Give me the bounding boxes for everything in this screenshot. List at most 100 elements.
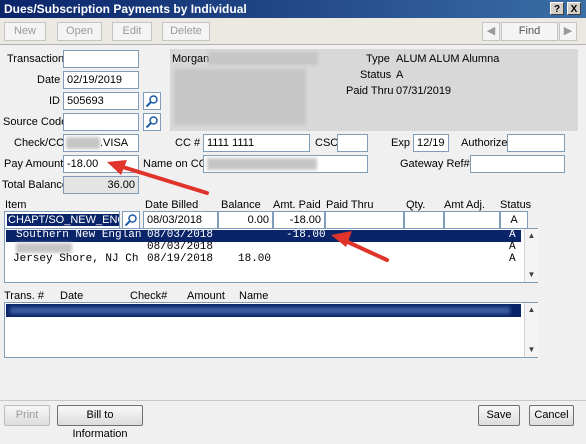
balance-field[interactable]: 0.00 bbox=[218, 211, 273, 229]
source-code-label: Source Code bbox=[3, 116, 68, 128]
title-bar: Dues/Subscription Payments by Individual… bbox=[0, 0, 586, 18]
amt-paid-field[interactable]: -18.00 bbox=[273, 211, 325, 229]
row-balance: 18.00 bbox=[238, 253, 272, 265]
scroll-up-icon[interactable]: ▲ bbox=[527, 231, 536, 240]
paid-thru-label: Paid Thru bbox=[346, 85, 394, 97]
items-list[interactable]: Southern New Englan 08/03/2018 -18.00 A … bbox=[4, 228, 538, 283]
help-button[interactable]: ? bbox=[550, 2, 564, 15]
row-paid: -18.00 bbox=[286, 229, 326, 241]
item-lookup-icon[interactable] bbox=[122, 211, 140, 229]
col-item: Item bbox=[5, 199, 27, 211]
redacted-name bbox=[208, 52, 318, 65]
footer-divider bbox=[0, 400, 586, 401]
cc-number-field[interactable]: 1111 1111 bbox=[203, 134, 310, 152]
row-status: A bbox=[509, 229, 516, 241]
redacted-address bbox=[174, 69, 306, 125]
items-scrollbar[interactable]: ▲ ▼ bbox=[524, 229, 538, 282]
redacted-check bbox=[66, 137, 100, 149]
list-item[interactable] bbox=[6, 304, 521, 317]
col-trans-name: Name bbox=[239, 290, 269, 302]
check-cc-label: Check/CC bbox=[14, 137, 65, 149]
item-code-field[interactable]: CHAPT/SO_NEW_ENG bbox=[4, 211, 120, 229]
col-balance: Balance bbox=[221, 199, 261, 211]
window-title: Dues/Subscription Payments by Individual bbox=[4, 2, 247, 16]
row-item: Jersey Shore, NJ Ch bbox=[13, 253, 139, 265]
paid-thru-value: 07/31/2019 bbox=[396, 85, 452, 97]
prev-record-button[interactable]: ◀ bbox=[482, 22, 500, 41]
col-paid-thru: Paid Thru bbox=[326, 199, 374, 211]
id-label: ID bbox=[49, 95, 60, 107]
col-trans-check: Check# bbox=[130, 290, 168, 302]
col-date-billed: Date Billed bbox=[145, 199, 199, 211]
delete-button[interactable]: Delete bbox=[162, 22, 210, 41]
source-code-field[interactable] bbox=[63, 113, 139, 131]
pay-amount-label: Pay Amount bbox=[4, 158, 64, 170]
id-field[interactable]: 505693 bbox=[63, 92, 139, 110]
individual-name: Morgan bbox=[172, 53, 210, 65]
new-button[interactable]: New bbox=[4, 22, 46, 41]
col-trans-date: Date bbox=[60, 290, 84, 302]
transactions-list[interactable]: ▲ ▼ bbox=[4, 302, 538, 358]
id-lookup-icon[interactable] bbox=[143, 92, 161, 110]
col-amt-paid: Amt. Paid bbox=[273, 199, 321, 211]
scroll-down-icon[interactable]: ▼ bbox=[527, 270, 536, 279]
redacted-item bbox=[16, 243, 72, 253]
status-value: A bbox=[396, 69, 404, 81]
date-billed-field[interactable]: 08/03/2018 bbox=[143, 211, 218, 229]
exp-label: Exp bbox=[391, 137, 410, 149]
annotation-arrow-pay-amount bbox=[107, 160, 209, 195]
transactions-scrollbar[interactable]: ▲ ▼ bbox=[524, 303, 538, 357]
print-button[interactable]: Print bbox=[4, 405, 50, 426]
bill-to-information-button[interactable]: Bill to Information bbox=[57, 405, 143, 440]
total-balance-label: Total Balance bbox=[2, 179, 69, 191]
type-value: ALUM ALUM Alumna bbox=[396, 53, 500, 65]
scroll-up-icon[interactable]: ▲ bbox=[527, 305, 536, 314]
item-code-value: CHAPT/SO_NEW_ENG bbox=[7, 214, 119, 226]
col-status: Status bbox=[500, 199, 532, 211]
row-item: Southern New Englan bbox=[16, 229, 142, 241]
find-button[interactable]: Find bbox=[501, 22, 558, 41]
authorize-label: Authorize bbox=[461, 137, 508, 149]
type-label: Type bbox=[366, 53, 390, 65]
edit-button[interactable]: Edit bbox=[112, 22, 152, 41]
source-code-lookup-icon[interactable] bbox=[143, 113, 161, 131]
csc-label: CSC bbox=[315, 137, 339, 149]
redacted-transaction bbox=[10, 307, 510, 314]
annotation-arrow-amt-paid bbox=[331, 231, 389, 262]
status-field[interactable]: A bbox=[500, 211, 528, 229]
scroll-down-icon[interactable]: ▼ bbox=[527, 345, 536, 354]
list-item[interactable]: Jersey Shore, NJ Ch 08/19/2018 18.00 A bbox=[6, 253, 521, 266]
open-button[interactable]: Open bbox=[57, 22, 102, 41]
exp-field[interactable]: 12/19 bbox=[413, 134, 449, 152]
date-field[interactable]: 02/19/2019 bbox=[63, 71, 139, 89]
gateway-ref-label: Gateway Ref# bbox=[400, 158, 470, 170]
individual-info-panel: Morgan Type ALUM ALUM Alumna Status A Pa… bbox=[170, 49, 578, 131]
cancel-button[interactable]: Cancel bbox=[529, 405, 574, 426]
date-label: Date bbox=[37, 74, 61, 86]
qty-field[interactable] bbox=[404, 211, 444, 229]
redacted-cc-name bbox=[207, 158, 317, 170]
cc-number-label: CC # bbox=[175, 137, 201, 149]
row-date: 08/19/2018 bbox=[147, 253, 214, 265]
row-status: A bbox=[509, 253, 516, 265]
row-date: 08/03/2018 bbox=[147, 241, 214, 253]
transaction-field[interactable] bbox=[63, 50, 139, 68]
save-button[interactable]: Save bbox=[478, 405, 520, 426]
next-record-button[interactable]: ▶ bbox=[559, 22, 577, 41]
csc-field[interactable] bbox=[337, 134, 368, 152]
col-trans-amount: Amount bbox=[187, 290, 225, 302]
col-amt-adj: Amt Adj. bbox=[444, 199, 485, 211]
transaction-label: Transaction bbox=[7, 53, 65, 65]
gateway-ref-field[interactable] bbox=[470, 155, 565, 173]
amt-adj-field[interactable] bbox=[444, 211, 500, 229]
close-button[interactable]: X bbox=[567, 2, 581, 15]
toolbar: New Open Edit Delete ◀ Find ▶ bbox=[0, 18, 586, 45]
authorize-field[interactable] bbox=[507, 134, 565, 152]
row-date: 08/03/2018 bbox=[147, 229, 214, 241]
list-item[interactable]: Southern New Englan 08/03/2018 -18.00 A bbox=[6, 229, 521, 242]
col-trans-number: Trans. # bbox=[4, 290, 44, 302]
paid-thru-field[interactable] bbox=[325, 211, 404, 229]
status-label: Status bbox=[360, 69, 392, 81]
col-qty: Qty. bbox=[406, 199, 426, 211]
row-status: A bbox=[509, 241, 516, 253]
